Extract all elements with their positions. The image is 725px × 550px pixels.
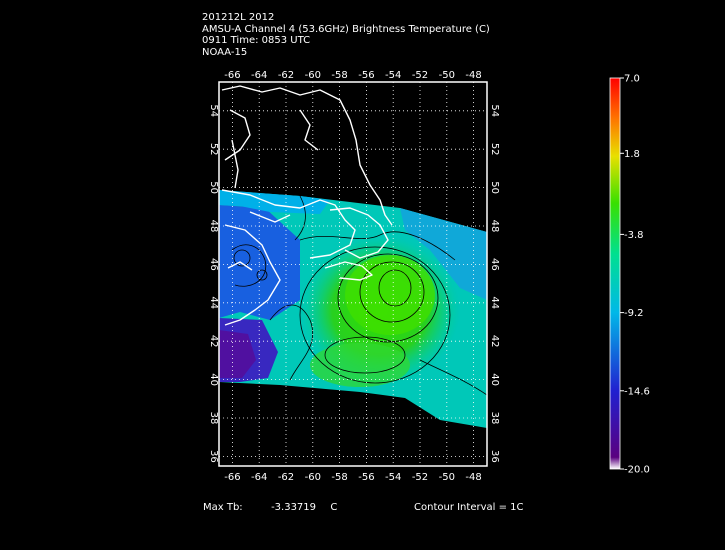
- lat-tick-label: 48: [489, 220, 500, 233]
- lon-tick-label: -54: [385, 472, 401, 483]
- lon-labels-bottom: -66 -64 -62 -60 -58 -56 -54 -52 -50 -48: [224, 472, 482, 483]
- colorbar-tick-label: 1.8: [624, 149, 640, 160]
- colorbar-tick-label: -3.8: [624, 230, 644, 241]
- lat-tick-label: 46: [489, 258, 500, 271]
- lat-tick-label: 44: [489, 296, 500, 309]
- lat-tick-label: 44: [208, 296, 219, 309]
- colorbar-ticks: 7.0 1.8 -3.8 -9.2 -14.6 -20.0: [620, 74, 650, 476]
- colorbar-tick-label: -20.0: [624, 465, 650, 476]
- lon-tick-label: -60: [305, 472, 321, 483]
- lon-labels-top: -66 -64 -62 -60 -58 -56 -54 -52 -50 -48: [224, 70, 482, 81]
- lon-tick-label: -62: [278, 70, 294, 81]
- contour-interval-label: Contour Interval = 1C: [414, 502, 524, 513]
- lon-tick-label: -48: [465, 472, 481, 483]
- max-tb-label: Max Tb:: [203, 502, 243, 513]
- lat-tick-label: 38: [489, 412, 500, 425]
- brightness-temperature-map: -66 -64 -62 -60 -58 -56 -54 -52 -50 -48 -66 -64 -62…: [208, 70, 650, 483]
- lon-tick-label: -50: [439, 472, 455, 483]
- lon-tick-label: -62: [278, 472, 294, 483]
- lat-tick-label: 40: [489, 373, 500, 386]
- max-tb-unit: C: [330, 502, 338, 513]
- lat-tick-label: 36: [208, 450, 219, 463]
- lon-tick-label: -58: [331, 472, 347, 483]
- lon-tick-label: -66: [224, 472, 240, 483]
- lat-tick-label: 36: [489, 450, 500, 463]
- lon-tick-label: -52: [412, 472, 428, 483]
- colorbar-tick-label: -9.2: [624, 308, 644, 319]
- max-tb-value: -3.33719: [271, 502, 317, 513]
- lat-tick-label: 40: [208, 373, 219, 386]
- lon-tick-label: -60: [305, 70, 321, 81]
- lat-tick-label: 46: [208, 258, 219, 271]
- colorbar: [610, 78, 620, 469]
- lon-tick-label: -56: [358, 70, 374, 81]
- lat-tick-label: 52: [489, 143, 500, 156]
- max-tb-readout: Max Tb: -3.33719 C: [203, 502, 337, 513]
- lat-labels-left: 54 52 50 48 46 44 42 40 38 36: [208, 104, 219, 462]
- warm-core-inner: [345, 255, 435, 335]
- swath-field: [219, 85, 487, 428]
- lat-tick-label: 54: [489, 104, 500, 117]
- lon-tick-label: -52: [412, 70, 428, 81]
- lat-labels-right: 54 52 50 48 46 44 42 40 38 36: [489, 104, 500, 462]
- colorbar-tick-label: -14.6: [624, 386, 650, 397]
- lat-tick-label: 42: [489, 335, 500, 348]
- lat-tick-label: 42: [208, 335, 219, 348]
- lon-tick-label: -64: [251, 472, 267, 483]
- lat-tick-label: 48: [208, 220, 219, 233]
- colorbar-tick-label: 7.0: [624, 74, 640, 85]
- lat-tick-label: 54: [208, 104, 219, 117]
- lon-tick-label: -58: [331, 70, 347, 81]
- lon-tick-label: -50: [439, 70, 455, 81]
- lon-tick-label: -66: [224, 70, 240, 81]
- lon-tick-label: -64: [251, 70, 267, 81]
- lat-tick-label: 52: [208, 143, 219, 156]
- lat-tick-label: 38: [208, 412, 219, 425]
- lat-tick-label: 50: [208, 181, 219, 194]
- lat-tick-label: 50: [489, 181, 500, 194]
- lon-tick-label: -48: [465, 70, 481, 81]
- lon-tick-label: -54: [385, 70, 401, 81]
- lon-tick-label: -56: [358, 472, 374, 483]
